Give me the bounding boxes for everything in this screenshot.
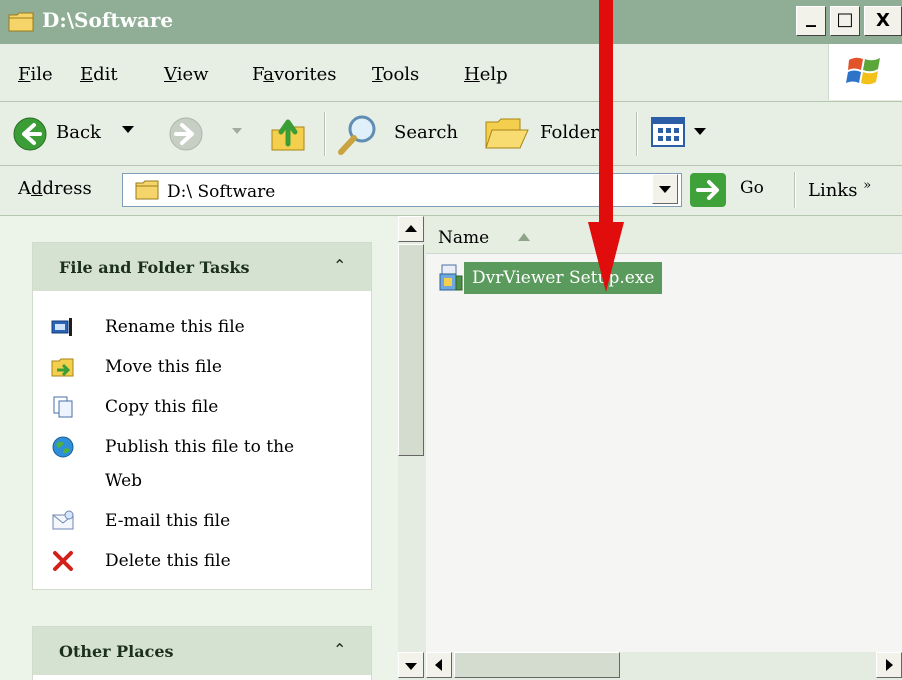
windows-flag-icon [846, 57, 880, 85]
move-icon [51, 358, 74, 377]
views-dropdown-icon[interactable] [694, 128, 706, 135]
column-name-label: Name [438, 228, 490, 248]
chevron-down-icon [659, 186, 671, 193]
back-dropdown-icon[interactable] [122, 126, 134, 133]
other-places-panel: Other Places ⌃ [32, 626, 372, 680]
horizontal-scrollbar[interactable] [398, 652, 902, 680]
address-input[interactable]: D:\ Software [122, 173, 682, 207]
publish-web-icon [52, 436, 74, 458]
window-title: D:\Software [42, 8, 174, 32]
collapse-chevron-icon[interactable]: ⌃ [333, 256, 346, 275]
toolbar: Back Search Folder [0, 102, 902, 166]
annotation-arrow-head [588, 222, 624, 292]
task-label: Delete this file [105, 551, 231, 571]
search-button[interactable]: Search [394, 122, 458, 143]
sort-ascending-icon [518, 233, 530, 241]
close-button[interactable]: X [864, 6, 902, 36]
menu-help[interactable]: Help [464, 64, 508, 85]
toolbar-separator [636, 112, 638, 156]
arrow-down-icon [405, 663, 417, 670]
links-chevron-icon: » [863, 178, 872, 193]
folders-icon[interactable] [484, 114, 530, 154]
address-bar: Address D:\ Software Go Links » [0, 166, 902, 216]
toolbar-separator [324, 112, 326, 156]
minimize-icon: _ [806, 3, 816, 27]
menu-view[interactable]: View [164, 64, 209, 85]
file-folder-tasks-title: File and Folder Tasks [59, 258, 250, 277]
menu-file[interactable]: File [18, 64, 53, 85]
go-button[interactable] [690, 173, 726, 207]
task-pane: File and Folder Tasks ⌃ Rename this file… [0, 216, 398, 680]
arrow-right-icon [886, 659, 893, 671]
back-button[interactable]: Back [56, 122, 101, 143]
scroll-left-button[interactable] [426, 652, 452, 678]
task-label: Web [105, 471, 143, 491]
address-value: D:\ Software [167, 182, 276, 202]
title-bar[interactable]: D:\Software _ □ X [0, 0, 902, 44]
vertical-scroll-thumb[interactable] [398, 244, 424, 456]
close-icon: X [876, 10, 890, 31]
task-label: Rename this file [105, 317, 245, 337]
views-icon[interactable] [650, 114, 686, 150]
collapse-chevron-icon[interactable]: ⌃ [333, 640, 346, 659]
folders-button[interactable]: Folder [540, 122, 599, 143]
links-button[interactable]: Links » [808, 178, 871, 201]
address-separator [794, 172, 796, 208]
scroll-right-button[interactable] [876, 652, 902, 678]
windows-logo [828, 44, 902, 100]
arrow-left-icon [435, 659, 442, 671]
arrow-up-icon [405, 225, 417, 232]
address-dropdown-button[interactable] [652, 174, 678, 204]
rename-icon [51, 318, 72, 336]
menu-bar: File Edit View Favorites Tools Help [0, 44, 902, 102]
column-header-name[interactable]: Name [426, 216, 902, 254]
file-folder-tasks-panel: File and Folder Tasks ⌃ Rename this file… [32, 242, 372, 590]
task-label: Copy this file [105, 397, 219, 417]
scroll-up-button[interactable] [398, 216, 424, 242]
folder-icon [8, 12, 34, 32]
annotation-arrow-shaft [599, 0, 613, 240]
forward-dropdown-icon [232, 128, 242, 134]
email-icon [52, 510, 74, 530]
setup-exe-icon [439, 264, 463, 291]
go-arrow-icon [696, 180, 719, 200]
horizontal-scroll-thumb[interactable] [454, 652, 620, 678]
menu-tools[interactable]: Tools [372, 64, 419, 85]
minimize-button[interactable]: _ [796, 3, 826, 36]
folder-icon [135, 180, 159, 200]
vertical-scrollbar[interactable] [398, 216, 426, 680]
task-label: Move this file [105, 357, 222, 377]
scroll-down-button[interactable] [398, 652, 424, 678]
file-list: Name DvrViewer Setup.exe [426, 216, 902, 680]
file-folder-tasks-header[interactable]: File and Folder Tasks ⌃ [33, 243, 371, 291]
maximize-button[interactable]: □ [830, 6, 860, 36]
back-arrow-icon[interactable] [12, 116, 48, 152]
menu-edit[interactable]: Edit [80, 64, 118, 85]
up-folder-icon[interactable] [268, 112, 308, 154]
task-label: E-mail this file [105, 511, 231, 531]
task-label: Publish this file to the [105, 437, 295, 457]
forward-arrow-icon [169, 117, 203, 151]
other-places-title: Other Places [59, 642, 174, 661]
address-label: Address [18, 178, 92, 199]
file-item[interactable]: DvrViewer Setup.exe [438, 262, 700, 294]
go-label[interactable]: Go [740, 178, 764, 198]
file-name-label: DvrViewer Setup.exe [464, 262, 663, 294]
delete-icon [53, 551, 73, 571]
menu-favorites[interactable]: Favorites [252, 64, 337, 85]
other-places-header[interactable]: Other Places ⌃ [33, 627, 371, 675]
copy-icon [53, 396, 73, 418]
search-icon[interactable] [336, 112, 380, 156]
maximize-icon: □ [836, 9, 854, 30]
